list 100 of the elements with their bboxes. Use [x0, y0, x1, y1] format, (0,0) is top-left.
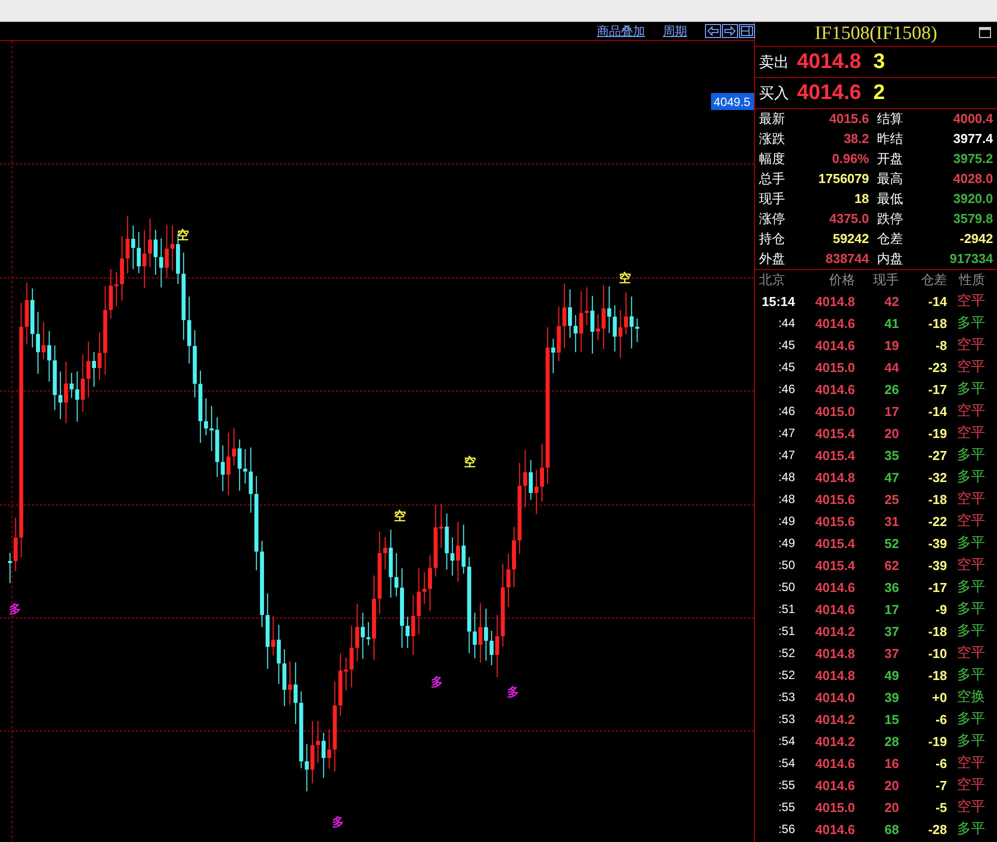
trade-volume: 36	[884, 580, 899, 594]
trade-nature: 多平	[956, 666, 985, 684]
trade-volume: 35	[884, 448, 899, 462]
stat-value: 1756079	[817, 170, 869, 188]
stat-label: 总手	[759, 170, 786, 188]
stat-label: 外盘	[759, 250, 786, 268]
trade-nature: 多平	[956, 380, 985, 398]
candle	[288, 660, 292, 706]
trade-price: 4014.8	[814, 668, 855, 682]
trade-time: :51	[777, 602, 795, 616]
trade-price: 4015.4	[814, 448, 855, 462]
trade-nature: 多平	[956, 600, 985, 618]
trade-volume: 37	[884, 624, 899, 638]
candle	[512, 526, 516, 588]
trade-volume: 62	[884, 558, 899, 572]
stat-label: 幅度	[759, 150, 786, 168]
trade-time: :49	[777, 514, 795, 528]
maximize-icon[interactable]	[977, 25, 993, 40]
trade-nature: 空平	[956, 358, 985, 376]
stat-value: 917334	[948, 250, 993, 268]
trade-time: :49	[777, 536, 795, 550]
trade-time: :50	[777, 558, 795, 572]
trade-change: -39	[927, 536, 947, 550]
stat-value: 838744	[824, 250, 869, 268]
trade-time: 15:14	[760, 294, 795, 308]
trade-time: :51	[777, 624, 795, 638]
price-label: 4049.5	[711, 93, 754, 110]
signal-marker: 多	[431, 675, 443, 689]
trade-nature: 空平	[956, 644, 985, 662]
trade-volume: 26	[884, 382, 899, 396]
trade-volume: 20	[884, 800, 899, 814]
trade-change: -18	[927, 316, 947, 330]
trade-volume: 68	[884, 822, 899, 836]
trade-change: -18	[927, 492, 947, 506]
stat-value: 4000.4	[952, 110, 993, 128]
toolbar-link[interactable]: 周期	[663, 22, 687, 40]
scroll-left-icon[interactable]	[705, 24, 721, 38]
trade-volume: 16	[884, 756, 899, 770]
candle	[568, 289, 572, 338]
trade-nature: 空平	[956, 556, 985, 574]
candle	[596, 314, 600, 341]
trade-change: -22	[927, 514, 947, 528]
trade-price: 4015.0	[814, 800, 855, 814]
trade-change: -6	[934, 712, 947, 726]
trade-time: :45	[777, 338, 795, 352]
toolbar-link[interactable]: 商品叠加	[597, 22, 645, 40]
stat-value: 4375.0	[828, 210, 869, 228]
trade-price: 4015.0	[814, 360, 855, 374]
trade-time: :44	[777, 316, 795, 330]
trade-nature: 空平	[956, 336, 985, 354]
trade-price: 4015.4	[814, 558, 855, 572]
stat-label: 涨跌	[759, 130, 786, 148]
trade-volume: 17	[884, 602, 899, 616]
panel-toggle-icon[interactable]	[739, 24, 755, 38]
trade-time: :47	[777, 448, 795, 462]
trade-price: 4014.6	[814, 602, 855, 616]
trade-volume: 19	[884, 338, 899, 352]
contract-title: IF1508(IF1508)	[814, 23, 938, 45]
stat-label: 结算	[876, 110, 904, 128]
trade-time: :46	[777, 382, 795, 396]
trade-price: 4015.0	[814, 404, 855, 418]
candle	[148, 218, 152, 268]
candle	[344, 657, 348, 691]
order-label: 卖出	[759, 52, 789, 72]
stat-value: -2942	[958, 230, 993, 248]
trade-price: 4014.8	[814, 646, 855, 660]
candle	[64, 362, 68, 424]
signal-marker: 多	[507, 685, 519, 699]
trade-time: :54	[777, 756, 795, 770]
trade-change: -5	[934, 800, 947, 814]
trade-price: 4014.6	[814, 580, 855, 594]
candle	[8, 552, 12, 584]
stat-value: 3975.2	[952, 150, 993, 168]
trade-change: -32	[927, 470, 947, 484]
candle	[204, 398, 208, 436]
trade-price: 4015.4	[814, 426, 855, 440]
scroll-right-icon[interactable]	[722, 24, 738, 38]
trade-change: -9	[934, 602, 947, 616]
trade-volume: 47	[884, 470, 899, 484]
trade-price: 4015.6	[814, 514, 855, 528]
trade-price: 4014.6	[814, 316, 855, 330]
stat-label: 持仓	[759, 230, 786, 248]
candle	[92, 352, 96, 388]
trade-change: -23	[927, 360, 947, 374]
stat-value: 18	[854, 190, 869, 208]
candle	[36, 311, 40, 374]
trade-change: -14	[927, 404, 947, 418]
trade-price: 4014.0	[814, 690, 855, 704]
trade-price: 4014.8	[814, 294, 855, 308]
trade-volume: 20	[884, 426, 899, 440]
trade-time: :52	[777, 668, 795, 682]
stat-value: 59242	[832, 230, 869, 248]
order-price: 4014.6	[797, 81, 862, 105]
signal-marker: 空	[177, 228, 189, 242]
trade-nature: 多平	[956, 468, 985, 486]
trade-time: :53	[777, 690, 795, 704]
stat-value: 3579.8	[952, 210, 993, 228]
signal-marker: 多	[332, 815, 344, 829]
column-header: 性质	[958, 271, 985, 289]
trade-volume: 15	[884, 712, 899, 726]
